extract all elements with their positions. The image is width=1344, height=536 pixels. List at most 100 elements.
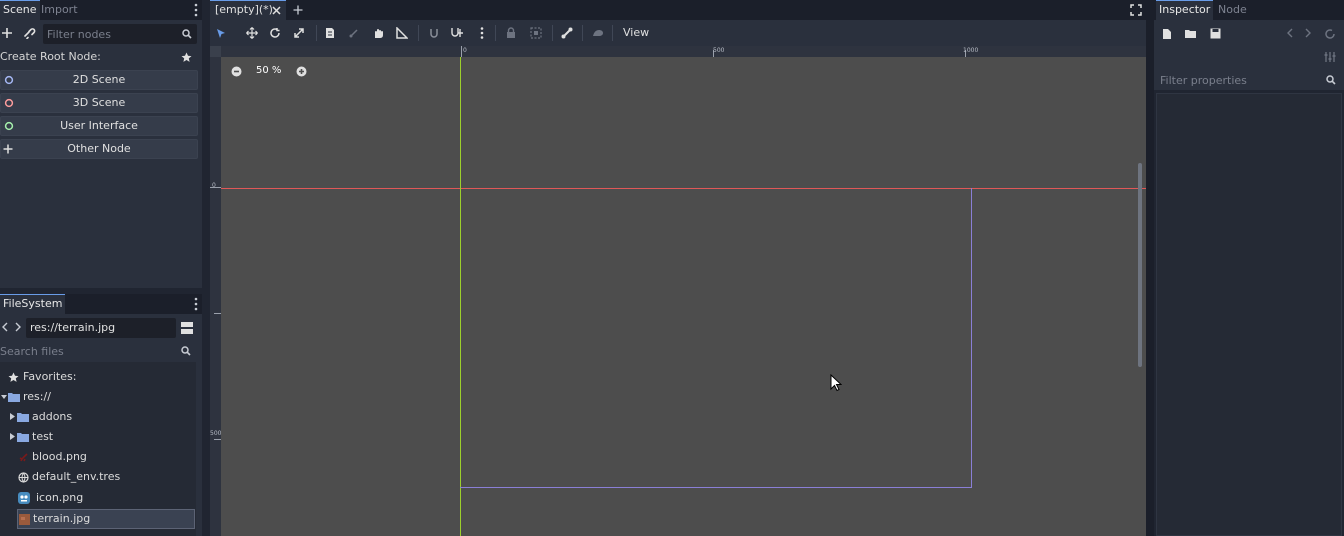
root-other-node-button[interactable]: Other Node	[0, 139, 198, 159]
ruler-tool-icon[interactable]	[396, 27, 408, 39]
tab-inspector[interactable]: Inspector	[1156, 0, 1214, 20]
canvas-viewport[interactable]: 0 500 1000 0 500 50 %	[210, 46, 1146, 536]
root-user-interface-button[interactable]: User Interface	[0, 116, 198, 136]
object-history-icon[interactable]	[1324, 28, 1336, 39]
ruler-vertical: 0 500	[210, 46, 221, 536]
chevron-right-icon[interactable]	[14, 322, 22, 332]
new-resource-icon[interactable]	[1162, 28, 1172, 40]
item-label: blood.png	[32, 450, 87, 463]
ruler-label: 0	[463, 47, 467, 54]
item-label: icon.png	[36, 491, 84, 504]
property-tools-icon[interactable]	[1324, 51, 1336, 63]
root-3d-scene-button[interactable]: 3D Scene	[0, 93, 198, 113]
lock-icon[interactable]	[506, 27, 516, 39]
filter-properties-input[interactable]	[1160, 70, 1322, 90]
expand-arrow-icon[interactable]	[1, 395, 7, 400]
toolbar-separator	[582, 25, 583, 41]
tab-node[interactable]: Node	[1215, 0, 1250, 20]
zoom-out-icon[interactable]	[231, 66, 242, 77]
view-menu[interactable]: View	[623, 20, 649, 46]
scale-tool-icon[interactable]	[293, 27, 305, 39]
zoom-in-icon[interactable]	[296, 66, 307, 77]
toolbar-separator	[612, 25, 613, 41]
favorite-star-icon[interactable]	[181, 52, 192, 63]
environment-resource-icon	[18, 472, 29, 483]
root-2d-scene-button[interactable]: 2D Scene	[0, 70, 198, 90]
search-files-field[interactable]	[0, 341, 196, 361]
tab-scene[interactable]: Scene	[0, 0, 40, 20]
select-tool-icon[interactable]	[216, 28, 226, 39]
folder-row-test[interactable]: test	[0, 427, 196, 447]
root-user-interface-label: User Interface	[60, 119, 138, 132]
rotate-tool-icon[interactable]	[269, 27, 281, 39]
favorites-label: Favorites:	[23, 370, 77, 383]
canvas-toolbar: View	[210, 20, 1146, 46]
ruler-label: 1000	[963, 47, 979, 54]
distraction-free-icon[interactable]	[1130, 4, 1142, 16]
inspector-header	[1154, 20, 1344, 90]
blood-image-icon	[19, 453, 28, 462]
file-row-blood[interactable]: blood.png	[0, 447, 196, 467]
filter-nodes-input[interactable]	[47, 24, 179, 44]
res-root-row[interactable]: res://	[0, 387, 196, 407]
history-back-icon[interactable]	[1286, 28, 1294, 38]
ruler-corner	[210, 46, 221, 57]
camera-override-icon[interactable]	[592, 28, 604, 38]
open-folder-icon[interactable]	[1185, 29, 1197, 39]
file-row-icon[interactable]: icon.png	[0, 488, 196, 508]
left-dock: Scene Import Create Root Node: 2D Scene	[0, 0, 202, 536]
pivot-tool-icon[interactable]	[348, 27, 360, 39]
folder-row-addons[interactable]: addons	[0, 407, 196, 427]
dock-splitter[interactable]	[1146, 0, 1154, 536]
root-3d-scene-label: 3D Scene	[72, 96, 126, 109]
filesystem-panel: res://terrain.jpg Favorites:	[0, 314, 202, 536]
close-icon[interactable]	[272, 6, 281, 15]
terrain-image-icon	[19, 514, 30, 525]
skeleton-icon[interactable]	[561, 27, 573, 39]
save-icon[interactable]	[1210, 28, 1221, 39]
collapsed-arrow-icon[interactable]	[10, 413, 15, 420]
instance-scene-icon[interactable]	[23, 27, 37, 39]
tab-filesystem[interactable]: FileSystem	[0, 294, 66, 314]
filesystem-menu-icon[interactable]	[190, 296, 202, 312]
folder-icon	[17, 433, 29, 442]
zoom-reset-button[interactable]: 50 %	[256, 65, 281, 76]
search-icon	[181, 346, 191, 356]
add-node-icon[interactable]	[1, 27, 13, 39]
move-tool-icon[interactable]	[246, 27, 258, 39]
snap-grid-icon[interactable]	[450, 27, 464, 39]
root-2d-scene-label: 2D Scene	[72, 73, 126, 86]
inspector-tabs: Inspector Node	[1154, 0, 1344, 20]
scene-dock-menu-icon[interactable]	[190, 2, 202, 18]
create-root-label: Create Root Node:	[0, 50, 101, 63]
filter-properties-field[interactable]	[1156, 70, 1340, 90]
scene-panel: Create Root Node: 2D Scene 3D Scene User…	[0, 20, 202, 288]
favorites-row[interactable]: Favorites:	[0, 367, 196, 387]
search-files-input[interactable]	[0, 341, 174, 361]
scene-tab-empty[interactable]: [empty](*)	[210, 0, 286, 20]
more-options-icon[interactable]	[476, 26, 488, 40]
list-select-icon[interactable]	[324, 27, 336, 39]
file-row-terrain[interactable]: terrain.jpg	[17, 509, 195, 529]
path-field[interactable]: res://terrain.jpg	[26, 318, 176, 338]
collapsed-arrow-icon[interactable]	[10, 433, 15, 440]
file-tree: Favorites: res:// addons test blood.png …	[0, 362, 196, 536]
item-label: test	[32, 430, 54, 443]
folder-icon	[8, 393, 20, 402]
new-scene-tab-icon[interactable]	[293, 5, 303, 15]
file-row-default-env[interactable]: default_env.tres	[0, 467, 196, 487]
mouse-cursor-icon	[830, 374, 842, 392]
filter-nodes-field[interactable]	[43, 24, 197, 44]
history-forward-icon[interactable]	[1304, 28, 1312, 38]
split-view-icon[interactable]	[180, 321, 194, 335]
scene-tab-label: [empty](*)	[215, 3, 273, 16]
chevron-left-icon[interactable]	[1, 322, 9, 332]
group-icon[interactable]	[530, 27, 542, 39]
tab-import[interactable]: Import	[38, 0, 81, 20]
pan-tool-icon[interactable]	[372, 27, 384, 39]
path-text: res://terrain.jpg	[30, 321, 116, 334]
folder-icon	[17, 413, 29, 422]
snap-icon[interactable]	[428, 27, 440, 39]
toolbar-separator	[495, 25, 496, 41]
vertical-scrollbar[interactable]	[1138, 163, 1142, 367]
